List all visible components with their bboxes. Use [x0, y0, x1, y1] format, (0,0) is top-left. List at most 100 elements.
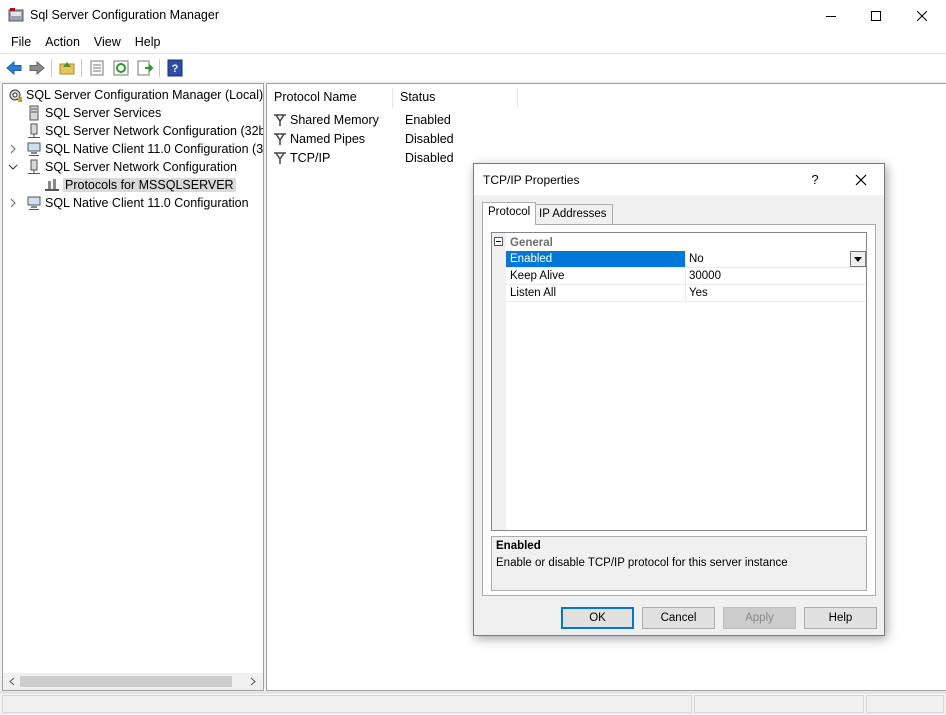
property-row-keep-alive[interactable]: Keep Alive 30000: [506, 268, 866, 285]
menu-file[interactable]: File: [4, 32, 38, 52]
properties-button[interactable]: [88, 59, 106, 77]
scroll-left-icon[interactable]: [8, 677, 16, 686]
list-item[interactable]: Shared Memory Enabled: [273, 111, 451, 129]
up-folder-button[interactable]: [58, 59, 76, 77]
close-button[interactable]: [899, 0, 945, 31]
app-icon: [8, 7, 24, 23]
column-header-protocol-name[interactable]: Protocol Name: [267, 88, 393, 108]
property-row-listen-all[interactable]: Listen All Yes: [506, 285, 866, 302]
config-manager-icon: [9, 89, 22, 102]
tree-item-native-client[interactable]: SQL Native Client 11.0 Configuration: [8, 194, 249, 212]
close-icon: [855, 174, 867, 186]
toolbar-separator: [51, 59, 52, 77]
protocol-icon: [274, 152, 286, 164]
protocol-status: Enabled: [405, 113, 451, 127]
horizontal-scrollbar[interactable]: [3, 673, 263, 690]
navigation-tree[interactable]: SQL Server Configuration Manager (Local)…: [2, 83, 264, 691]
tcpip-properties-dialog: TCP/IP Properties ? Protocol IP Addresse…: [473, 163, 885, 636]
tree-item-sql-server-services[interactable]: SQL Server Services: [26, 104, 161, 122]
menu-action[interactable]: Action: [38, 32, 87, 52]
chevron-down-icon[interactable]: [8, 162, 18, 172]
dialog-close-button[interactable]: [846, 169, 876, 191]
toolbar-separator: [81, 59, 82, 77]
tree-root-label: SQL Server Configuration Manager (Local): [26, 88, 264, 102]
minimize-icon: [826, 15, 836, 17]
tab-protocol[interactable]: Protocol: [482, 202, 537, 225]
list-item[interactable]: Named Pipes Disabled: [273, 130, 454, 148]
tab-panel-protocol: General Enabled No Keep Alive 30000 List…: [482, 224, 876, 596]
toolbar-separator: [159, 59, 160, 77]
help-button[interactable]: Help: [804, 607, 877, 629]
dropdown-arrow-icon: [854, 256, 862, 262]
property-value[interactable]: 30000: [686, 268, 866, 284]
chevron-right-icon[interactable]: [8, 144, 18, 154]
svg-text:?: ?: [172, 63, 179, 75]
maximize-icon: [871, 10, 881, 21]
scrollbar-thumb[interactable]: [20, 676, 232, 687]
network-server-icon: [28, 159, 40, 174]
protocol-name: TCP/IP: [290, 151, 331, 165]
category-general[interactable]: General: [492, 235, 866, 251]
tree-item-protocols-mssqlserver[interactable]: Protocols for MSSQLSERVER: [44, 176, 236, 194]
protocol-name: Shared Memory: [290, 113, 379, 127]
protocol-status: Disabled: [405, 132, 454, 146]
export-icon: [137, 60, 154, 76]
dialog-title: TCP/IP Properties: [483, 173, 580, 187]
menu-view[interactable]: View: [87, 32, 128, 52]
tree-item-network-config[interactable]: SQL Server Network Configuration: [8, 158, 237, 176]
tree-item-label: SQL Native Client 11.0 Configuration: [45, 196, 249, 210]
tree-item-label: SQL Native Client 11.0 Configuration (32…: [45, 142, 264, 156]
tree-item-native-client-32bit[interactable]: SQL Native Client 11.0 Configuration (32…: [8, 140, 264, 158]
property-row-enabled[interactable]: Enabled No: [506, 251, 866, 268]
scroll-right-icon[interactable]: [249, 677, 257, 686]
forward-button[interactable]: [28, 59, 46, 77]
status-bar: [0, 692, 946, 715]
description-title: Enabled: [496, 540, 541, 552]
tree-root[interactable]: SQL Server Configuration Manager (Local): [7, 86, 263, 104]
protocol-icon: [274, 133, 286, 145]
tab-ip-addresses[interactable]: IP Addresses: [533, 204, 613, 224]
column-header-status[interactable]: Status: [393, 88, 518, 108]
server-icon: [29, 105, 39, 121]
help-book-icon: ?: [167, 59, 183, 77]
back-arrow-icon: [6, 60, 22, 76]
folder-up-icon: [59, 62, 75, 75]
back-button[interactable]: [5, 59, 23, 77]
property-value: No: [689, 253, 704, 265]
tree-item-network-config-32bit[interactable]: SQL Server Network Configuration (32bit: [26, 122, 264, 140]
list-item[interactable]: TCP/IP Disabled: [273, 149, 454, 167]
properties-icon: [90, 60, 104, 76]
property-value[interactable]: Yes: [686, 285, 866, 301]
menu-help[interactable]: Help: [128, 32, 168, 52]
property-name[interactable]: Listen All: [506, 285, 686, 301]
help-toolbar-button[interactable]: ?: [166, 59, 184, 77]
dialog-help-button[interactable]: ?: [804, 170, 826, 190]
property-name[interactable]: Keep Alive: [506, 268, 686, 284]
export-list-button[interactable]: [136, 59, 154, 77]
refresh-button[interactable]: [112, 59, 130, 77]
protocol-status: Disabled: [405, 151, 454, 165]
maximize-button[interactable]: [853, 0, 899, 31]
tree-item-label: SQL Server Network Configuration (32bit: [45, 124, 264, 138]
status-cell: [866, 695, 944, 713]
menu-bar: File Action View Help: [0, 31, 946, 53]
cancel-button[interactable]: Cancel: [642, 607, 715, 629]
chevron-right-icon[interactable]: [8, 198, 18, 208]
dialog-title-bar: TCP/IP Properties ?: [474, 164, 884, 195]
client-computer-icon: [27, 142, 41, 156]
property-grid[interactable]: General Enabled No Keep Alive 30000 List…: [491, 232, 867, 531]
tree-item-label: SQL Server Services: [45, 106, 162, 120]
protocol-name: Named Pipes: [290, 132, 366, 146]
property-name[interactable]: Enabled: [506, 251, 686, 267]
collapse-icon[interactable]: [494, 237, 503, 246]
property-value-dropdown[interactable]: No: [686, 251, 866, 267]
dropdown-button[interactable]: [850, 251, 866, 267]
ok-button[interactable]: OK: [561, 607, 634, 629]
network-server-icon: [28, 123, 40, 138]
protocol-icon: [274, 114, 286, 126]
minimize-button[interactable]: [808, 0, 854, 31]
status-cell: [694, 695, 864, 713]
apply-button[interactable]: Apply: [723, 607, 796, 629]
protocols-icon: [45, 179, 59, 191]
tree-item-label: SQL Server Network Configuration: [45, 160, 237, 174]
